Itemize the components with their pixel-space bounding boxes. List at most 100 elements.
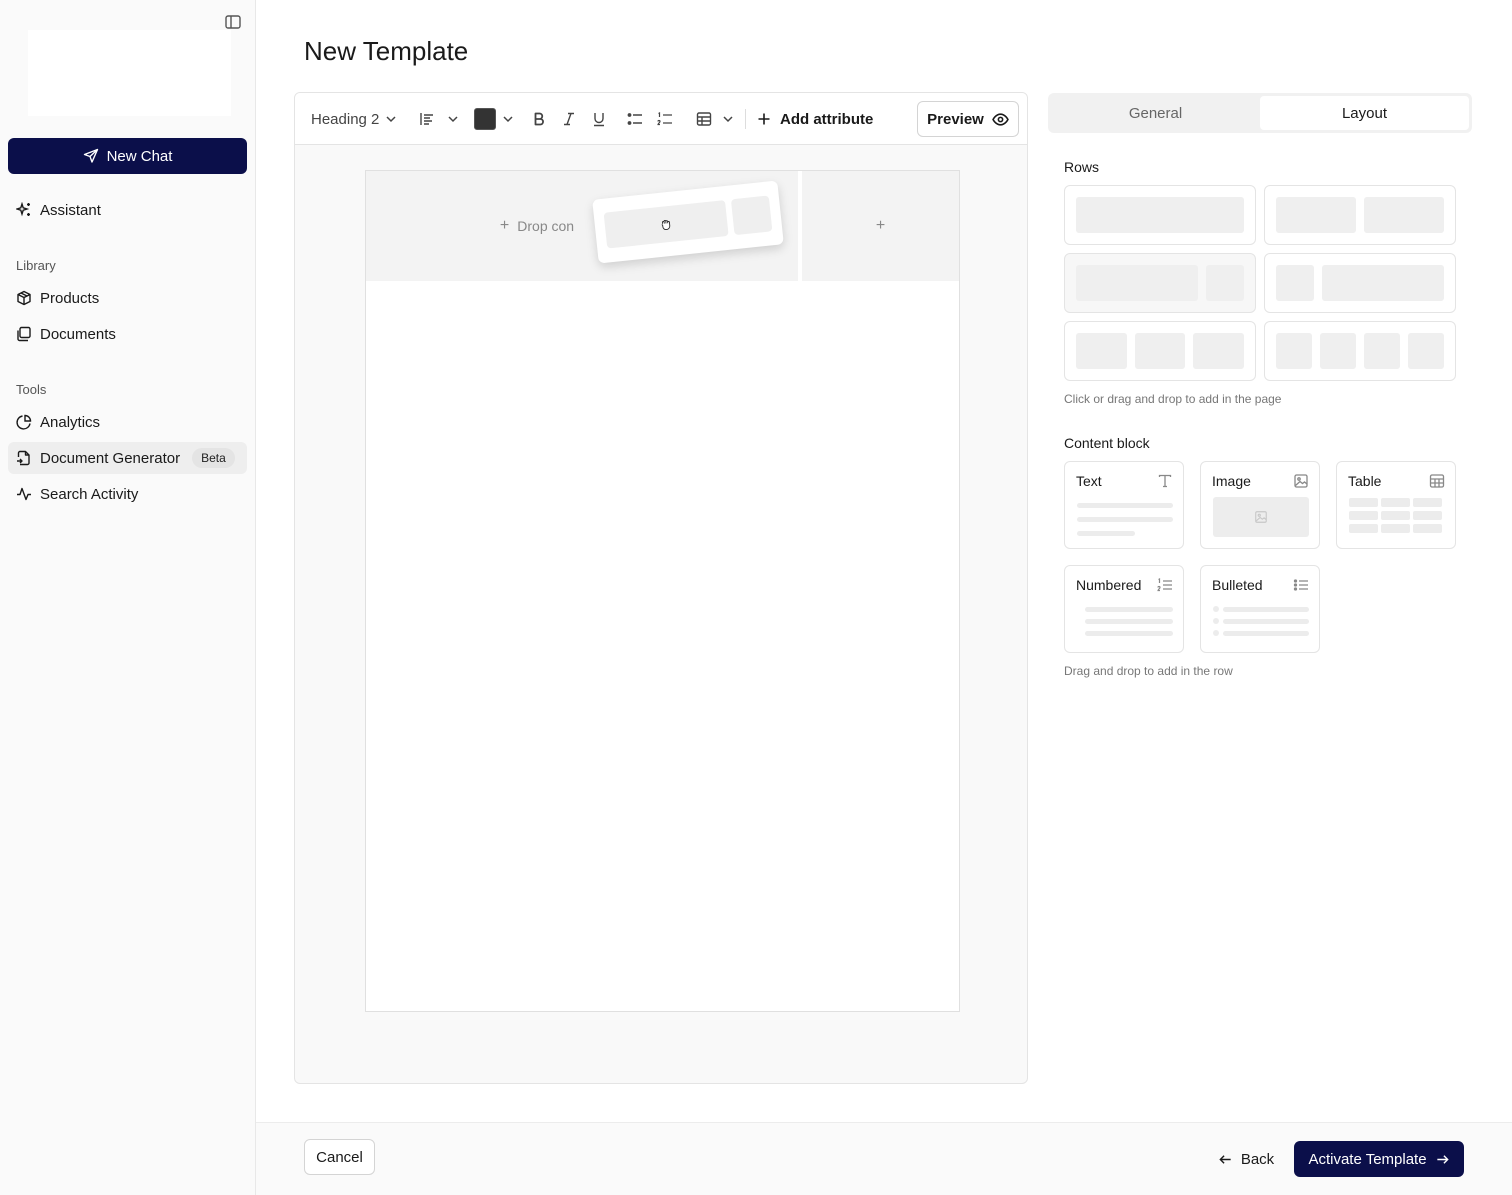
- placeholder-line: [1077, 503, 1173, 508]
- cancel-button[interactable]: Cancel: [304, 1139, 375, 1175]
- bullet-list-icon: [627, 113, 642, 125]
- italic-icon: [564, 112, 574, 126]
- tools-section-label: Tools: [16, 382, 47, 397]
- block-table[interactable]: Table: [1336, 461, 1456, 549]
- sidebar-item-documents[interactable]: Documents: [8, 318, 247, 350]
- activity-icon: [17, 487, 31, 501]
- bold-icon: [534, 112, 544, 126]
- arrow-right-icon: [1436, 1154, 1449, 1164]
- text-color-select[interactable]: [474, 93, 516, 145]
- sidebar-item-document-generator[interactable]: Document Generator Beta: [8, 442, 247, 474]
- placeholder-line: [1085, 607, 1173, 612]
- sparkles-icon: [16, 202, 30, 217]
- row-option-3-col[interactable]: [1064, 321, 1256, 381]
- numbered-list-button[interactable]: [657, 93, 673, 145]
- arrow-left-icon: [1219, 1154, 1231, 1164]
- new-chat-button[interactable]: New Chat: [8, 138, 247, 174]
- eye-icon: [992, 112, 1009, 126]
- library-section-label: Library: [16, 258, 56, 273]
- ghost-column-wide: [603, 199, 730, 249]
- align-left-icon: [420, 113, 433, 125]
- sidebar-item-search-activity[interactable]: Search Activity: [8, 478, 247, 510]
- table-placeholder: [1349, 498, 1442, 533]
- plus-icon: +: [499, 217, 510, 234]
- drop-zone-column-2[interactable]: +: [802, 171, 959, 281]
- row-cell: [1276, 333, 1312, 369]
- editor-toolbar: Heading 2 Add attribute Preview: [295, 93, 1027, 145]
- page-title: New Template: [304, 36, 469, 66]
- placeholder-line: [1085, 631, 1173, 636]
- documents-icon: [17, 326, 31, 342]
- row-option-2-equal[interactable]: [1264, 185, 1456, 245]
- activate-template-button[interactable]: Activate Template: [1294, 1141, 1464, 1177]
- document-page[interactable]: + Drop con +: [365, 170, 960, 1012]
- sidebar-item-label: Document Generator: [40, 449, 181, 467]
- sidebar-item-label: Assistant: [40, 201, 101, 219]
- row-cell: [1320, 333, 1356, 369]
- bullet-list-icon: [1293, 579, 1308, 591]
- image-placeholder: [1213, 497, 1309, 537]
- row-option-1-col[interactable]: [1064, 185, 1256, 245]
- back-button[interactable]: Back: [1208, 1141, 1284, 1177]
- bullet-list-button[interactable]: [627, 93, 643, 145]
- file-generate-icon: [17, 450, 30, 466]
- sidebar-item-label: Search Activity: [40, 485, 139, 503]
- numbered-list-icon: [657, 112, 672, 126]
- add-attribute-button[interactable]: Add attribute: [756, 93, 873, 145]
- grab-cursor-icon: [661, 220, 671, 230]
- rows-hint: Click or drag and drop to add in the pag…: [1064, 392, 1282, 406]
- block-image[interactable]: Image: [1200, 461, 1320, 549]
- row-cell: [1076, 333, 1127, 369]
- bold-button[interactable]: [531, 93, 547, 145]
- placeholder-line: [1223, 607, 1309, 612]
- placeholder-line: [1077, 517, 1173, 522]
- sidebar-item-label: Products: [40, 289, 100, 307]
- sidebar-item-assistant[interactable]: Assistant: [8, 194, 247, 226]
- row-cell: [1321, 265, 1444, 301]
- tab-general[interactable]: General: [1051, 96, 1260, 130]
- row-cell: [1076, 197, 1244, 233]
- pie-chart-icon: [16, 414, 32, 430]
- image-placeholder-icon: [1255, 511, 1267, 523]
- underline-button[interactable]: [591, 93, 607, 145]
- ghost-column-narrow: [731, 195, 773, 236]
- sidebar: New Chat Assistant Library Products Docu…: [0, 0, 256, 1195]
- preview-button[interactable]: Preview: [917, 101, 1019, 137]
- align-select[interactable]: [419, 93, 461, 145]
- italic-button[interactable]: [561, 93, 577, 145]
- sidebar-item-analytics[interactable]: Analytics: [8, 406, 247, 438]
- row-cell: [1206, 265, 1244, 301]
- color-swatch: [474, 108, 496, 130]
- row-cell: [1276, 265, 1314, 301]
- heading-select-value: Heading 2: [311, 110, 380, 128]
- sidebar-item-label: Documents: [40, 325, 116, 343]
- plus-icon: [758, 113, 770, 125]
- plus-icon: +: [875, 217, 886, 234]
- drop-zone-text: Drop con: [517, 218, 575, 234]
- block-bulleted-list[interactable]: Bulleted: [1200, 565, 1320, 653]
- table-icon: [1429, 474, 1445, 488]
- activate-label: Activate Template: [1308, 1150, 1427, 1168]
- heading-select[interactable]: Heading 2: [311, 93, 399, 145]
- placeholder-line: [1077, 531, 1135, 536]
- new-chat-label: New Chat: [106, 147, 173, 165]
- row-cell: [1364, 333, 1400, 369]
- logo-placeholder: [28, 30, 231, 116]
- block-text[interactable]: Text: [1064, 461, 1184, 549]
- row-cell: [1276, 197, 1356, 233]
- row-option-2-wide-narrow[interactable]: [1064, 253, 1256, 313]
- rows-heading: Rows: [1064, 159, 1100, 175]
- toolbar-divider: [745, 109, 746, 129]
- row-option-2-narrow-wide[interactable]: [1264, 253, 1456, 313]
- row-option-4-col[interactable]: [1264, 321, 1456, 381]
- content-block-heading: Content block: [1064, 435, 1150, 451]
- sidebar-toggle-icon[interactable]: [224, 13, 242, 31]
- sidebar-item-products[interactable]: Products: [8, 282, 247, 314]
- placeholder-line: [1223, 631, 1309, 636]
- text-icon: [1158, 474, 1172, 488]
- tab-layout[interactable]: Layout: [1260, 96, 1469, 130]
- table-select[interactable]: [696, 93, 736, 145]
- placeholder-line: [1223, 619, 1309, 624]
- block-numbered-list[interactable]: Numbered: [1064, 565, 1184, 653]
- blocks-hint: Drag and drop to add in the row: [1064, 664, 1233, 678]
